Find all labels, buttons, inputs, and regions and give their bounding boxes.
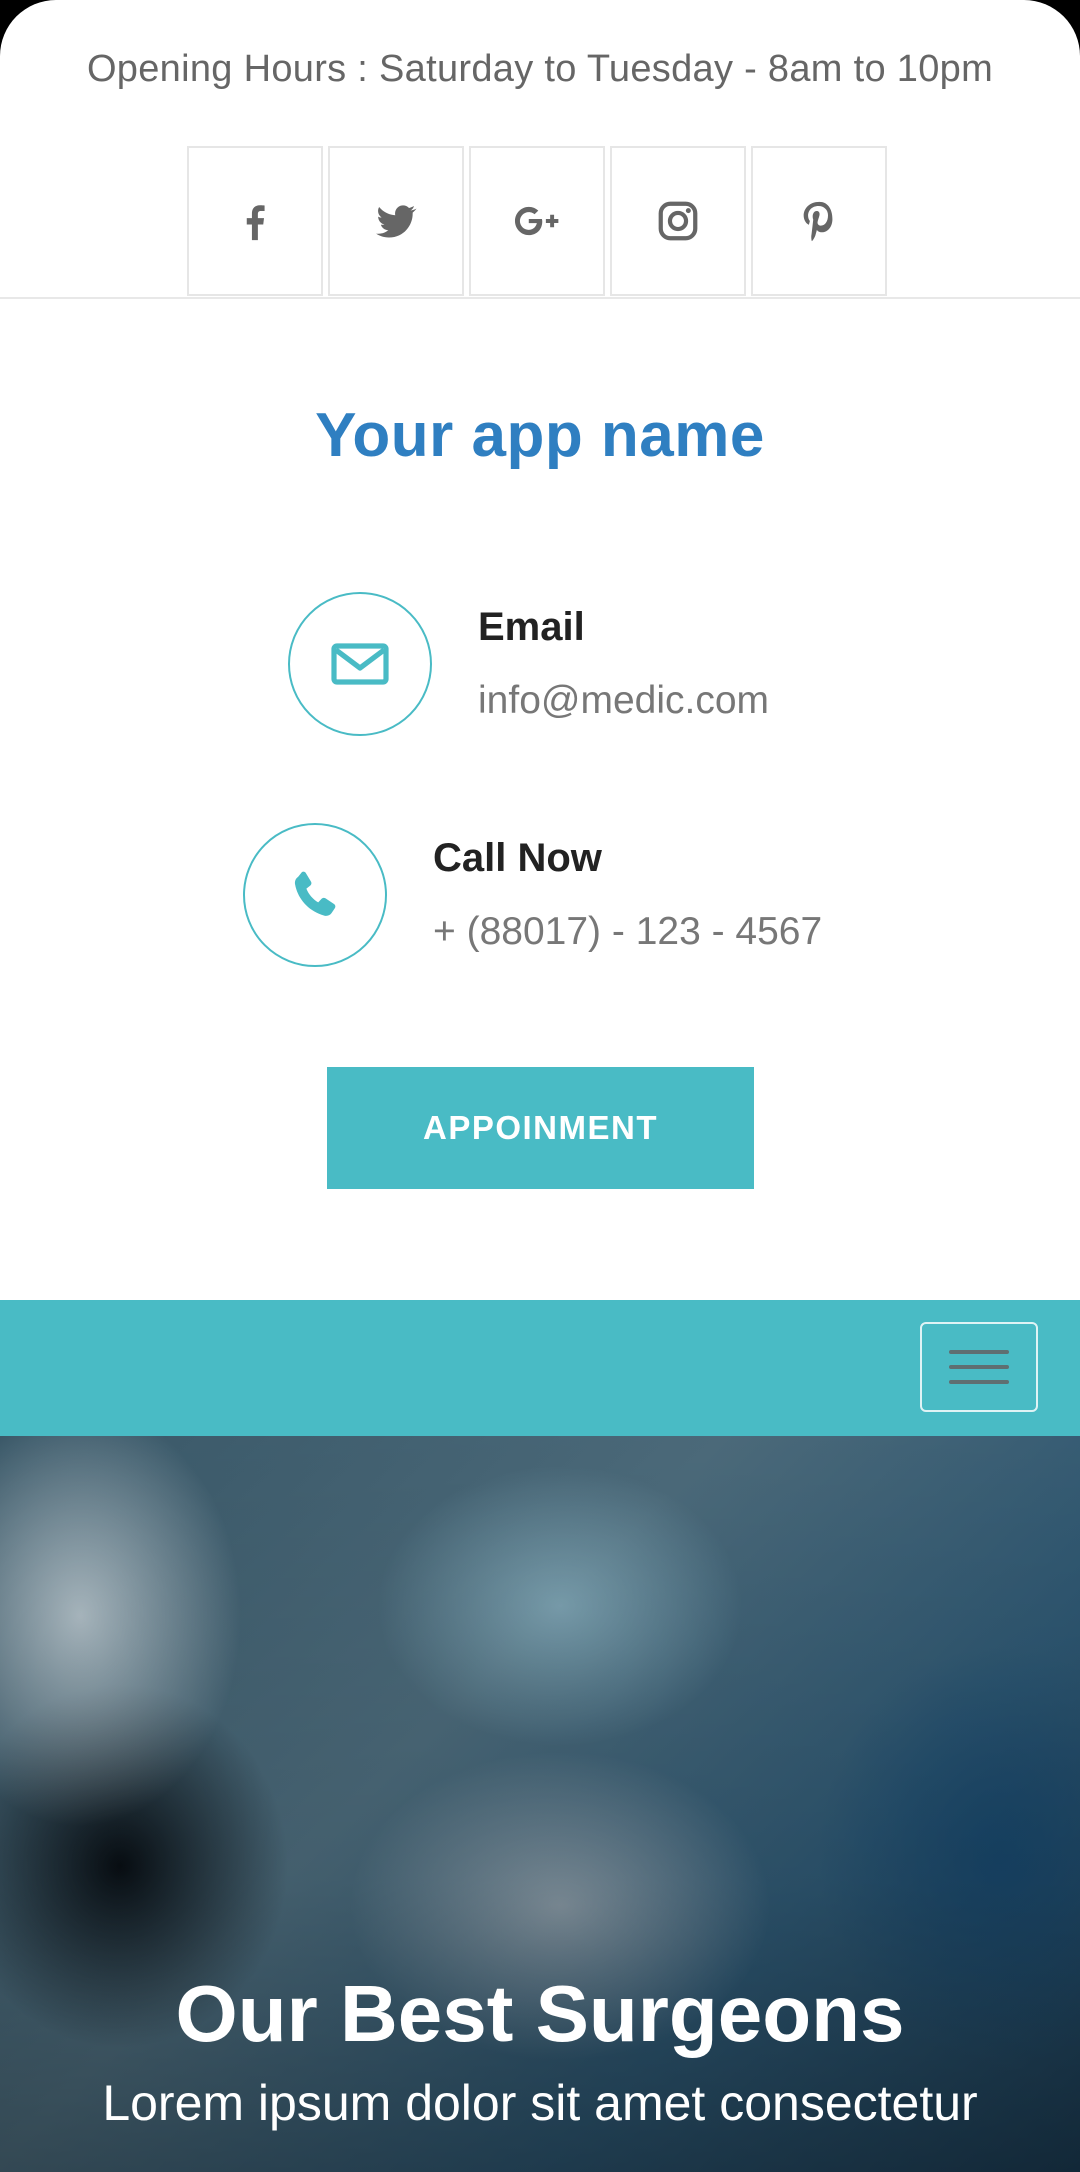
app-screen: Opening Hours : Saturday to Tuesday - 8a… xyxy=(0,0,1080,2172)
appointment-button[interactable]: APPOINMENT xyxy=(327,1067,754,1189)
email-contact[interactable]: Email info@medic.com xyxy=(288,592,769,736)
facebook-button[interactable] xyxy=(187,146,323,296)
instagram-icon xyxy=(658,201,698,241)
envelope-icon xyxy=(331,643,389,685)
email-label: Email xyxy=(478,605,585,649)
phone-contact[interactable]: Call Now + (88017) - 123 - 4567 xyxy=(243,823,822,967)
email-value[interactable]: info@medic.com xyxy=(478,677,769,725)
twitter-icon xyxy=(376,205,417,238)
header-divider xyxy=(0,297,1080,299)
menu-line xyxy=(949,1365,1009,1369)
opening-hours-text: Opening Hours : Saturday to Tuesday - 8a… xyxy=(86,48,994,90)
hero-banner: Our Best Surgeons Lorem ipsum dolor sit … xyxy=(0,1436,1080,2172)
google-plus-icon xyxy=(514,206,559,236)
hero-subtitle: Lorem ipsum dolor sit amet consectetur xyxy=(102,2075,978,2131)
phone-value[interactable]: + (88017) - 123 - 4567 xyxy=(433,908,822,956)
facebook-icon xyxy=(246,205,265,241)
social-links xyxy=(187,146,887,298)
twitter-button[interactable] xyxy=(328,146,464,296)
pinterest-icon xyxy=(803,201,833,242)
email-icon-circle xyxy=(288,592,432,736)
app-name-heading[interactable]: Your app name xyxy=(0,400,1080,471)
hero-title: Our Best Surgeons xyxy=(175,1969,905,2058)
phone-icon xyxy=(294,871,336,916)
phone-label: Call Now xyxy=(433,836,602,880)
hero-image xyxy=(0,1436,1080,2172)
menu-line xyxy=(949,1380,1009,1384)
navbar xyxy=(0,1300,1080,1436)
hamburger-menu-icon[interactable] xyxy=(920,1322,1038,1412)
instagram-button[interactable] xyxy=(610,146,746,296)
google-plus-button[interactable] xyxy=(469,146,605,296)
pinterest-button[interactable] xyxy=(751,146,887,296)
menu-line xyxy=(949,1350,1009,1354)
phone-icon-circle xyxy=(243,823,387,967)
